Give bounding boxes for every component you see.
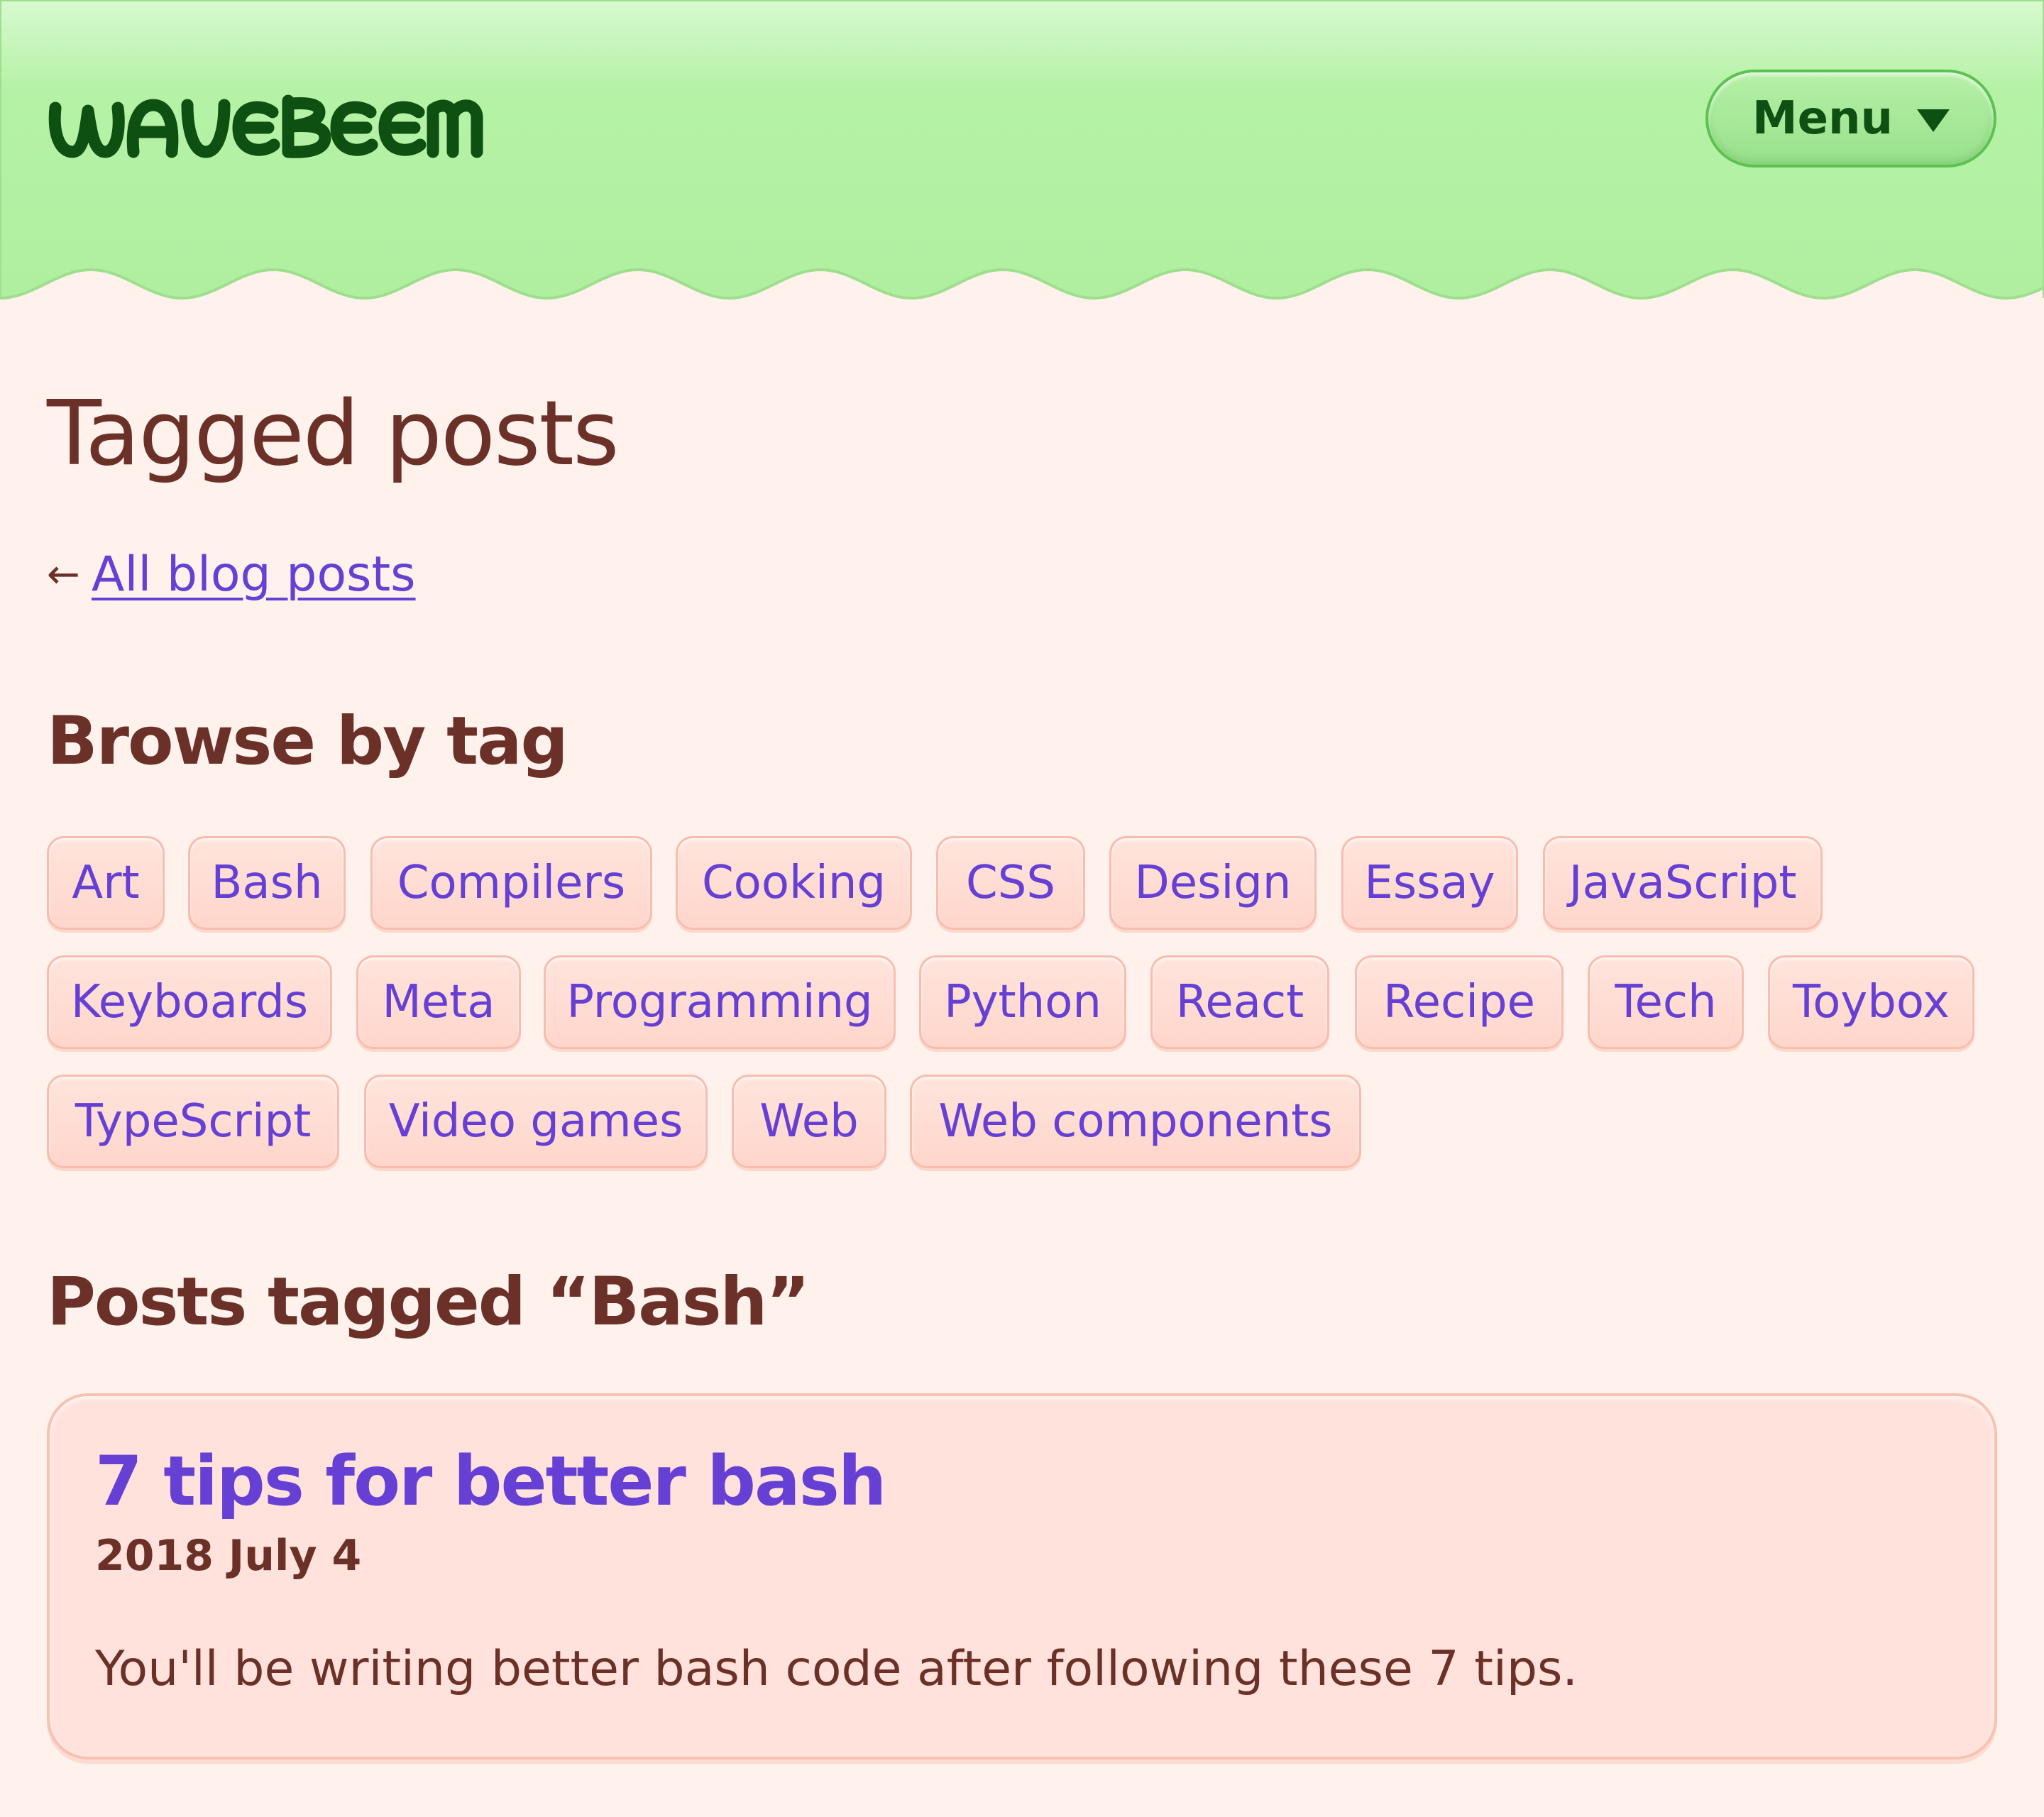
post-excerpt: You'll be writing better bash code after… xyxy=(95,1641,1578,1697)
posts-tagged-heading: Posts tagged “Bash” xyxy=(47,1263,810,1341)
tag-bash[interactable]: Bash xyxy=(188,836,346,930)
site-header: Menu xyxy=(0,0,2044,312)
tag-compilers[interactable]: Compilers xyxy=(370,836,652,930)
post-title-link[interactable]: 7 tips for better bash xyxy=(95,1439,886,1524)
tag-react[interactable]: React xyxy=(1150,955,1329,1049)
left-arrow-icon: ← xyxy=(47,551,80,598)
tag-meta[interactable]: Meta xyxy=(356,955,521,1049)
all-blog-posts-link[interactable]: All blog posts xyxy=(92,547,416,603)
tag-toybox[interactable]: Toybox xyxy=(1768,955,1974,1049)
caret-down-icon xyxy=(1917,109,1950,132)
tag-art[interactable]: Art xyxy=(47,836,165,930)
tag-web-components[interactable]: Web components xyxy=(910,1075,1361,1168)
tag-python[interactable]: Python xyxy=(919,955,1126,1049)
tag-video-games[interactable]: Video games xyxy=(364,1075,708,1168)
tag-cooking[interactable]: Cooking xyxy=(676,836,912,930)
browse-by-tag-heading: Browse by tag xyxy=(47,703,568,780)
menu-button-label: Menu xyxy=(1752,92,1894,145)
tag-web[interactable]: Web xyxy=(732,1075,886,1168)
post-date: 2018 July 4 xyxy=(95,1531,362,1581)
back-navigation: ← All blog posts xyxy=(47,542,416,606)
site-logo[interactable] xyxy=(47,87,487,165)
tag-tech[interactable]: Tech xyxy=(1588,955,1744,1049)
post-card[interactable]: 7 tips for better bash 2018 July 4 You'l… xyxy=(47,1393,1997,1760)
wavebeem-logo-icon xyxy=(48,94,483,158)
tag-css[interactable]: CSS xyxy=(936,836,1085,930)
tag-programming[interactable]: Programming xyxy=(544,955,896,1049)
tag-design[interactable]: Design xyxy=(1109,836,1317,930)
tag-essay[interactable]: Essay xyxy=(1341,836,1518,930)
tag-keyboards[interactable]: Keyboards xyxy=(47,955,332,1049)
tag-recipe[interactable]: Recipe xyxy=(1355,955,1564,1049)
tag-typescript[interactable]: TypeScript xyxy=(47,1075,339,1168)
menu-button[interactable]: Menu xyxy=(1705,70,1996,168)
page-title: Tagged posts xyxy=(47,381,620,485)
tag-javascript[interactable]: JavaScript xyxy=(1543,836,1823,930)
